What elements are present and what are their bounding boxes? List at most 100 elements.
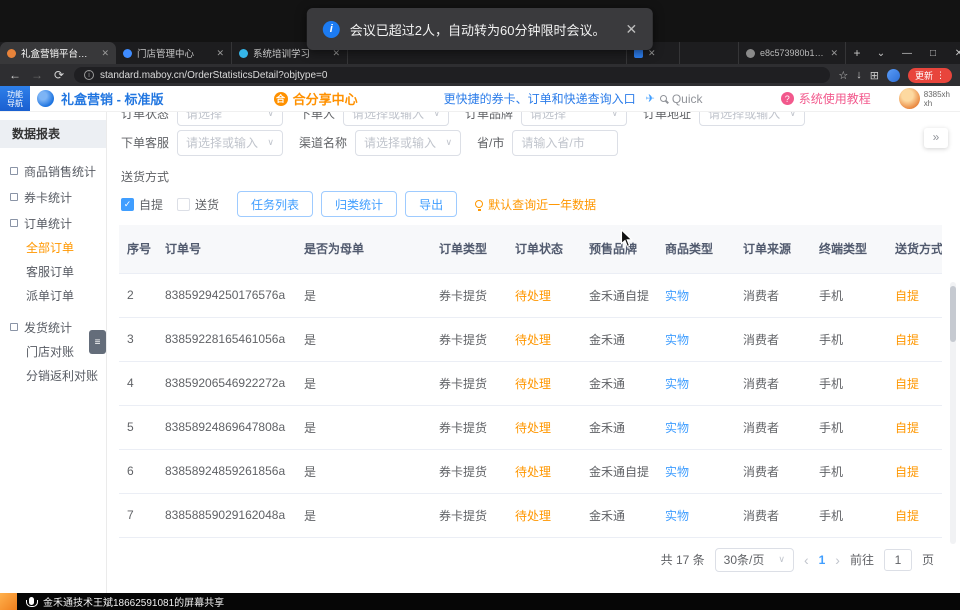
function-nav-button[interactable]: 功能 导航 xyxy=(0,86,30,111)
sidebar-subitem[interactable]: 派单订单 xyxy=(0,284,106,308)
placeholder-text: 请选择 xyxy=(530,112,566,122)
table-body: 283859294250176576a是券卡提货待处理金禾通自提实物消费者手机自… xyxy=(119,273,942,537)
extensions-icon[interactable]: ⊞ xyxy=(870,69,879,82)
table-cell: 实物 xyxy=(657,449,735,493)
checkbox-icon[interactable]: ✓ xyxy=(121,198,134,211)
tab-close-icon[interactable]: ✕ xyxy=(830,48,838,59)
sidebar-item[interactable]: 商品销售统计 xyxy=(0,158,106,184)
browser-tab-hash[interactable]: e8c573980b1328a258fd2e6 ✕ xyxy=(738,42,846,64)
taskbar-app-icon[interactable] xyxy=(0,593,17,610)
table-row[interactable]: 383859228165461056a是券卡提货待处理金禾通实物消费者手机自提 xyxy=(119,317,942,361)
toast-close-icon[interactable]: ✕ xyxy=(625,21,637,38)
table-cell: 手机 xyxy=(811,449,887,493)
forward-icon[interactable]: → xyxy=(30,68,44,82)
tab-search-icon[interactable]: ⌄ xyxy=(868,42,894,64)
scrollbar-thumb[interactable] xyxy=(950,286,956,342)
filter-select[interactable]: 请选择∨ xyxy=(177,112,283,126)
filter-label: 渠道名称 xyxy=(299,134,347,151)
browser-profile-avatar[interactable] xyxy=(887,69,900,82)
window-controls: ⌄—□✕ xyxy=(868,42,960,64)
filter-field: 订单品牌请选择∨ xyxy=(465,112,627,126)
tab-favicon xyxy=(7,49,16,58)
tab-close-icon[interactable]: ✕ xyxy=(216,48,224,59)
close-button[interactable]: ✕ xyxy=(946,42,960,64)
meeting-toast: i 会议已超过2人，自动转为60分钟限时会议。 ✕ xyxy=(307,8,653,50)
chevron-down-icon: ∨ xyxy=(611,112,618,119)
browser-tab[interactable]: 礼盒营销平台管理中心✕ xyxy=(0,42,116,64)
sidebar-collapse-handle[interactable]: ≡ xyxy=(89,330,106,354)
table-cell: 金禾通 xyxy=(581,317,657,361)
table-cell: 券卡提货 xyxy=(431,317,507,361)
user-avatar[interactable] xyxy=(899,88,920,109)
tutorial-link[interactable]: ? 系统使用教程 xyxy=(781,90,871,107)
app-header: 功能 导航 礼盒营销 - 标准版 合 合分享中心 更快捷的券卡、订单和快递查询入… xyxy=(0,86,960,112)
table-cell: 5 xyxy=(119,405,157,449)
table-cell: 消费者 xyxy=(735,361,811,405)
action-button[interactable]: 任务列表 xyxy=(237,191,313,217)
table-cell: 待处理 xyxy=(507,273,581,317)
tab-title: e8c573980b1328a258fd2e6 xyxy=(760,48,825,58)
current-page[interactable]: 1 xyxy=(819,553,826,567)
tab-close-icon[interactable]: ✕ xyxy=(101,48,109,59)
microphone-icon xyxy=(29,597,34,605)
filter-select[interactable]: 请选择 ∨ xyxy=(521,112,627,126)
table-row[interactable]: 583858924869647808a是券卡提货待处理金禾通实物消费者手机自提 xyxy=(119,405,942,449)
filter-field: 省/市请输入省/市 xyxy=(477,130,618,156)
download-icon[interactable]: ↓ xyxy=(856,69,862,81)
quick-entry-link[interactable]: 更快捷的券卡、订单和快递查询入口 xyxy=(444,90,636,107)
table-row[interactable]: 683858924859261856a是券卡提货待处理金禾通自提实物消费者手机自… xyxy=(119,449,942,493)
browser-tab[interactable]: 门店管理中心✕ xyxy=(116,42,232,64)
delivery-checkbox[interactable]: 送货 xyxy=(177,196,219,213)
screen-share-label: 金禾通技术王斌18662591081的屏幕共享 xyxy=(43,594,224,609)
table-cell: 自提 xyxy=(887,317,942,361)
maximize-button[interactable]: □ xyxy=(920,42,946,64)
column-header: 序号 xyxy=(119,225,157,273)
table-row[interactable]: 783858859029162048a是券卡提货待处理金禾通实物消费者手机自提 xyxy=(119,493,942,537)
action-button[interactable]: 导出 xyxy=(405,191,457,217)
filter-select[interactable]: 请选择或输入∨ xyxy=(177,130,283,156)
filter-field: 下单人请选择或输入∨ xyxy=(299,112,449,126)
table-cell: 自提 xyxy=(887,273,942,317)
new-tab-button[interactable]: + xyxy=(846,42,868,64)
table-cell: 实物 xyxy=(657,493,735,537)
main-content: 订单状态请选择∨下单人请选择或输入∨订单品牌请选择∨订单地址请选择或输入∨ 下单… xyxy=(107,112,960,593)
prev-page-button[interactable]: ‹ xyxy=(804,552,809,568)
page-size-select[interactable]: 30条/页 ∨ xyxy=(715,548,794,572)
filter-select[interactable]: 请选择或输入∨ xyxy=(343,112,449,126)
refresh-icon[interactable]: ⟳ xyxy=(52,68,66,82)
sidebar-item[interactable]: 券卡统计 xyxy=(0,184,106,210)
next-page-button[interactable]: › xyxy=(835,552,840,568)
filter-field: 渠道名称请选择或输入∨ xyxy=(299,130,461,156)
filter-select[interactable]: 请选择或输入∨ xyxy=(699,112,805,126)
orders-table: 序号订单号是否为母单订单类型订单状态预售品牌商品类型订单来源终端类型送货方式 2… xyxy=(119,225,942,538)
username-line: xh xyxy=(924,99,950,108)
minimize-button[interactable]: — xyxy=(894,42,920,64)
sidebar-subitem[interactable]: 全部订单 xyxy=(0,236,106,260)
table-cell: 手机 xyxy=(811,317,887,361)
sidebar-subitem[interactable]: 分销返利对账 xyxy=(0,364,106,388)
site-info-icon[interactable]: i xyxy=(84,70,94,80)
table-row[interactable]: 483859206546922272a是券卡提货待处理金禾通实物消费者手机自提 xyxy=(119,361,942,405)
table-row[interactable]: 283859294250176576a是券卡提货待处理金禾通自提实物消费者手机自… xyxy=(119,273,942,317)
table-cell: 待处理 xyxy=(507,405,581,449)
filter-select[interactable]: 请选择或输入∨ xyxy=(355,130,461,156)
back-icon[interactable]: ← xyxy=(8,68,22,82)
filter-input[interactable]: 请输入省/市 xyxy=(512,130,618,156)
table-cell: 消费者 xyxy=(735,405,811,449)
goto-page-input[interactable]: 1 xyxy=(884,549,912,571)
filter-collapse-button[interactable]: » xyxy=(924,128,948,148)
quick-search[interactable]: ✈ Quick xyxy=(646,92,703,106)
share-center-link[interactable]: 合 合分享中心 xyxy=(274,89,358,108)
browser-update-button[interactable]: 更新 ⋮ xyxy=(908,68,952,83)
sidebar-item[interactable]: 订单统计 xyxy=(0,210,106,236)
favorite-icon[interactable]: ☆ xyxy=(838,69,848,82)
delivery-method-label: 送货方式 xyxy=(121,168,960,185)
url-field[interactable]: i standard.maboy.cn/OrderStatisticsDetai… xyxy=(74,67,830,83)
action-button[interactable]: 归类统计 xyxy=(321,191,397,217)
sidebar-subitem[interactable]: 客服订单 xyxy=(0,260,106,284)
table-scrollbar[interactable] xyxy=(950,282,956,544)
table-cell: 实物 xyxy=(657,273,735,317)
delivery-checkbox[interactable]: ✓自提 xyxy=(121,196,163,213)
table-cell: 待处理 xyxy=(507,493,581,537)
checkbox-icon[interactable] xyxy=(177,198,190,211)
